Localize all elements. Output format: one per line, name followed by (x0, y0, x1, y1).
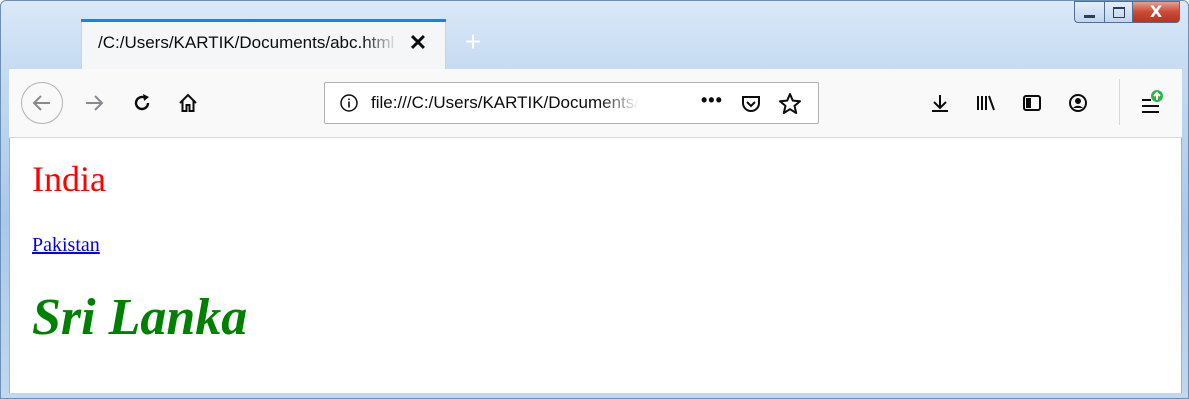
tab-active[interactable]: /C:/Users/KARTIK/Documents/abc.html ✕ (81, 19, 446, 69)
new-tab-button[interactable]: + (459, 28, 487, 57)
url-text[interactable]: file:///C:/Users/KARTIK/Documents/abc.ht… (371, 93, 639, 117)
tab-close-button[interactable]: ✕ (404, 29, 432, 57)
forward-button[interactable] (77, 83, 111, 123)
page-content: India Pakistan Sri Lanka (9, 138, 1182, 393)
tab-active-indicator (81, 19, 446, 22)
tab-title: /C:/Users/KARTIK/Documents/abc.html (98, 33, 395, 52)
page-actions-menu-icon[interactable]: ••• (701, 90, 723, 111)
heading-sri-lanka: Sri Lanka (32, 289, 248, 346)
library-button[interactable] (969, 83, 1003, 123)
toolbar-separator (1119, 79, 1120, 125)
close-window-button[interactable]: X (1132, 1, 1180, 23)
bookmark-star-icon[interactable] (777, 91, 803, 117)
close-icon: X (1149, 2, 1163, 21)
back-arrow-icon (32, 95, 50, 111)
site-info-icon[interactable] (339, 93, 359, 113)
account-icon (1069, 94, 1087, 112)
maximize-icon (1112, 6, 1125, 18)
minimize-button[interactable] (1074, 1, 1104, 23)
nav-toolbar: file:///C:/Users/KARTIK/Documents/abc.ht… (9, 69, 1182, 138)
browser-window: /C:/Users/KARTIK/Documents/abc.html ✕ + … (0, 0, 1189, 399)
minimize-icon (1084, 14, 1095, 18)
heading-india: India (32, 159, 106, 199)
tab-strip: /C:/Users/KARTIK/Documents/abc.html ✕ + … (1, 1, 1188, 69)
hamburger-menu-icon (1142, 90, 1163, 113)
home-icon (179, 93, 197, 112)
account-button[interactable] (1061, 83, 1095, 123)
link-pakistan[interactable]: Pakistan (32, 234, 100, 257)
forward-arrow-icon (86, 95, 104, 111)
app-menu-button[interactable] (1135, 83, 1169, 123)
reload-icon (134, 94, 150, 111)
pocket-icon[interactable] (739, 92, 763, 116)
back-button[interactable] (21, 82, 63, 124)
download-icon (932, 95, 948, 112)
home-button[interactable] (171, 83, 205, 123)
sidebar-icon (1023, 95, 1041, 111)
maximize-button[interactable] (1104, 1, 1132, 23)
downloads-button[interactable] (923, 83, 957, 123)
library-icon (977, 95, 995, 111)
reload-button[interactable] (125, 83, 159, 123)
window-caption-buttons: X (1074, 1, 1180, 23)
sidebar-button[interactable] (1015, 83, 1049, 123)
address-bar[interactable]: file:///C:/Users/KARTIK/Documents/abc.ht… (324, 82, 819, 124)
